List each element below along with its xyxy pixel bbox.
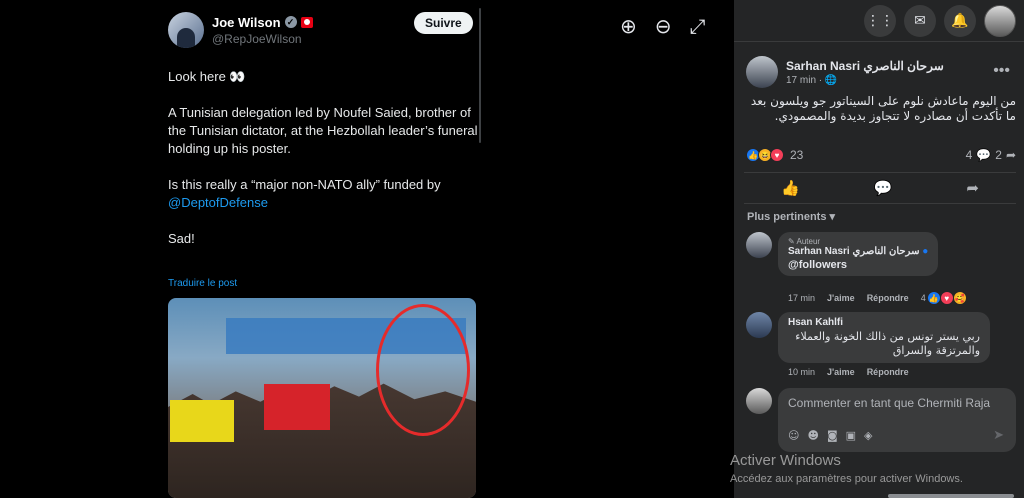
love-reaction-icon: ♥ [770,148,784,162]
like-button-icon[interactable]: 👍 [781,179,800,197]
comment-count[interactable]: 4 [966,148,973,162]
photo-yellow-flag [170,400,234,442]
share-count-icon: ➦ [1005,148,1016,162]
comment-actions: 10 min J'aime Répondre [788,367,909,377]
care-reaction-icon: 🥰 [952,291,967,305]
messenger-icon[interactable]: ✉ [904,4,936,37]
tweet-author-avatar [168,12,204,48]
horizontal-scrollbar[interactable] [888,494,1014,498]
comment-text: @followers [788,259,848,271]
photo-red-flag [264,384,330,430]
gif-icon[interactable]: ▣ [846,429,856,442]
send-icon[interactable]: ➤ [993,428,1004,443]
verified-icon: ● [922,246,929,257]
sticker-icon[interactable]: ◈ [864,429,872,442]
tweet-mention-link: @DeptofDefense [168,195,268,210]
watermark-subtitle: Accédez aux paramètres pour activer Wind… [730,473,963,485]
follow-button: Suivre [414,12,473,34]
post-text: من اليوم ماعادش نلوم على السيناتور جو وي… [750,94,1016,123]
post-author-name[interactable]: Sarhan Nasri سرحان الناصري [786,59,944,73]
comment-like-button[interactable]: J'aime [827,367,855,377]
like-reaction-icon: 👍 [926,291,941,305]
comment-count-icon: 💬 [976,148,992,162]
photo-red-circle-annotation [376,304,470,436]
reaction-count[interactable]: 23 [790,148,803,162]
grid-menu-icon[interactable]: ⋮⋮ [864,4,896,37]
comment-reply-button[interactable]: Répondre [867,367,909,377]
comment-actions: 17 min J'aime Répondre 4 👍 ♥ 🥰 [788,291,967,305]
tweet-line-2: A Tunisian delegation led by Noufel Saie… [168,105,478,156]
comment-reply-button[interactable]: Répondre [867,293,909,303]
more-options-icon[interactable]: ••• [993,62,1010,80]
comments-panel: ⋮⋮ ✉ 🔔 Sarhan Nasri سرحان الناصري 17 min… [734,0,1024,498]
screen: ⊕ ⊖ ⤢ Joe Wilson ✓ @RepJoeWilson Suivre … [0,0,1024,498]
comment-text: ربي يستر تونس من ذالك الخونة والعملاء وا… [795,330,980,357]
post-actions: 👍 💬 ➦ [744,172,1016,204]
tweet-line-3: Is this really a “major non-NATO ally” f… [168,177,441,192]
tweet-header: Joe Wilson ✓ @RepJoeWilson [168,12,313,48]
zoom-in-icon[interactable]: ⊕ [620,14,637,38]
comment-time[interactable]: 17 min [788,293,815,303]
tweet-line-1: Look here 👀 [168,69,246,84]
reaction-icons[interactable]: 👍 😆 ♥ 23 [746,148,803,162]
top-bar: ⋮⋮ ✉ 🔔 [734,0,1024,42]
media-viewer: ⊕ ⊖ ⤢ Joe Wilson ✓ @RepJoeWilson Suivre … [0,0,734,498]
tunisia-flag-icon [300,16,313,28]
tweet-screenshot: Joe Wilson ✓ @RepJoeWilson Suivre Look h… [150,0,485,498]
composer-tools: ☺ ☻ ◙ ▣ ◈ [788,429,873,442]
account-avatar[interactable] [984,4,1016,37]
comment-input[interactable]: Commenter en tant que Chermiti Raja ☺ ☻ … [778,388,1016,452]
post-header: Sarhan Nasri سرحان الناصري 17 min · 🌐 [746,56,944,88]
share-count[interactable]: 2 [995,148,1002,162]
windows-activation-watermark: Activer Windows Accédez aux paramètres p… [730,452,963,485]
comment-bubble: ✎ Auteur Sarhan Nasri سرحان الناصري ● @f… [778,232,939,276]
emoji-icon[interactable]: ☻ [807,429,818,442]
globe-icon: 🌐 [824,74,838,86]
watermark-title: Activer Windows [730,452,841,469]
zoom-out-icon[interactable]: ⊖ [655,14,672,38]
tweet-body: Look here 👀 A Tunisian delegation led by… [168,68,480,266]
comment-avatar[interactable] [746,232,772,258]
bell-icon[interactable]: 🔔 [944,4,976,37]
translate-link: Traduire le post [168,278,238,289]
reactions-summary: 👍 😆 ♥ 23 4 💬 2 ➦ [746,148,1016,162]
comment-reactions[interactable]: 4 👍 ♥ 🥰 [921,291,967,305]
comment-placeholder: Commenter en tant que Chermiti Raja [788,396,991,410]
pencil-icon: ✎ [788,237,795,246]
comment-composer: Commenter en tant que Chermiti Raja ☺ ☻ … [746,388,1016,452]
comment-author[interactable]: Hsan Kahlfi [788,317,980,328]
sort-dropdown[interactable]: Plus pertinents ▾ [747,210,835,223]
comment-item: Hsan Kahlfi ربي يستر تونس من ذالك الخونة… [746,312,990,363]
zoom-toolbar: ⊕ ⊖ ⤢ [620,14,706,38]
comment-time[interactable]: 10 min [788,367,815,377]
camera-icon[interactable]: ◙ [827,429,838,442]
tweet-scrollbar [479,8,481,143]
post-author-avatar[interactable] [746,56,778,88]
love-reaction-icon: ♥ [939,291,954,305]
composer-avatar [746,388,772,414]
fullscreen-icon[interactable]: ⤢ [690,14,706,38]
verified-icon: ✓ [284,16,297,28]
comment-button-icon[interactable]: 💬 [874,179,893,197]
tweet-photo [168,298,476,498]
post-time[interactable]: 17 min [786,75,816,86]
chevron-down-icon: ▾ [829,211,836,223]
author-badge: Auteur [796,237,821,246]
comment-author[interactable]: Sarhan Nasri سرحان الناصري [788,246,919,257]
tweet-handle: @RepJoeWilson [212,31,302,46]
comment-item: ✎ Auteur Sarhan Nasri سرحان الناصري ● @f… [746,232,939,276]
tweet-line-4: Sad! [168,231,195,246]
comment-bubble: Hsan Kahlfi ربي يستر تونس من ذالك الخونة… [778,312,990,363]
comment-avatar[interactable] [746,312,772,338]
comment-like-button[interactable]: J'aime [827,293,855,303]
tweet-author-name: Joe Wilson [212,14,281,30]
avatar-sticker-icon[interactable]: ☺ [788,429,799,442]
share-button-icon[interactable]: ➦ [966,179,979,197]
